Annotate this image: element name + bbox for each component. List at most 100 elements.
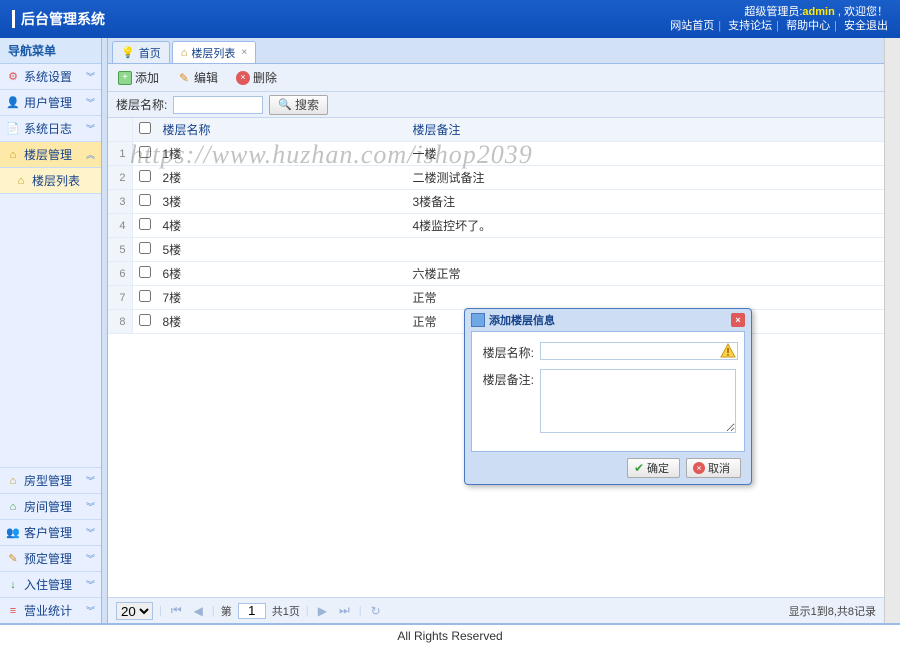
expand-icon: ︾	[86, 578, 95, 591]
sidebar-item-label: 系统设置	[24, 68, 72, 85]
field-row-remark: 楼层备注:	[480, 369, 736, 433]
sidebar-item[interactable]: ⌂房间管理︾	[0, 493, 101, 519]
cancel-button[interactable]: × 取消	[686, 458, 741, 478]
sidebar-item-label: 预定管理	[24, 550, 72, 567]
pager-refresh[interactable]: ↻	[368, 604, 384, 618]
row-index: 6	[108, 262, 132, 286]
table-row[interactable]: 66楼六楼正常	[108, 262, 884, 286]
pager-next[interactable]: ▶	[315, 604, 330, 618]
nav-icon: ⌂	[6, 500, 20, 514]
floor-name-input[interactable]	[540, 342, 738, 360]
sidebar-item-label: 楼层列表	[32, 172, 80, 189]
nav-icon: ≡	[6, 604, 20, 618]
sidebar-item[interactable]: ⚙ 系统设置 ︾	[0, 64, 101, 90]
col-name[interactable]: 楼层名称	[157, 118, 407, 142]
table-row[interactable]: 44楼4楼监控坏了。	[108, 214, 884, 238]
cell-remark: 正常	[407, 286, 885, 310]
table-row[interactable]: 77楼正常	[108, 286, 884, 310]
edit-button[interactable]: ✎ 编辑	[173, 67, 222, 88]
tab-label: 首页	[139, 45, 161, 61]
check-all[interactable]	[139, 122, 151, 134]
tab-floor-list[interactable]: ⌂ 楼层列表 ×	[172, 41, 257, 63]
page-input[interactable]	[238, 603, 266, 619]
search-button[interactable]: 🔍 搜索	[269, 95, 328, 115]
pager-label: 共1页	[272, 603, 300, 619]
table-row[interactable]: 22楼二楼测试备注	[108, 166, 884, 190]
welcome-prefix: 超级管理员:	[744, 6, 802, 18]
row-checkbox[interactable]	[139, 242, 151, 254]
nav-icon: ⚙	[6, 70, 20, 84]
delete-button[interactable]: × 删除	[232, 67, 281, 88]
dialog-close-button[interactable]: ×	[731, 313, 745, 327]
row-checkbox[interactable]	[139, 170, 151, 182]
button-label: 添加	[135, 69, 159, 86]
pager-last[interactable]: ⏭	[336, 603, 353, 618]
search-input[interactable]	[173, 96, 263, 114]
table-row[interactable]: 55楼	[108, 238, 884, 262]
cell-remark: 4楼监控坏了。	[407, 214, 885, 238]
cell-name: 2楼	[157, 166, 407, 190]
table-row[interactable]: 33楼3楼备注	[108, 190, 884, 214]
footer: All Rights Reserved	[0, 623, 900, 647]
sidebar-item[interactable]: 👥客户管理︾	[0, 519, 101, 545]
header-right: 超级管理员:admin , 欢迎您！ 网站首页| 支持论坛| 帮助中心| 安全退…	[670, 5, 888, 34]
expand-icon: ︾	[86, 500, 95, 513]
button-label: 删除	[253, 69, 277, 86]
sidebar-item[interactable]: ↓入住管理︾	[0, 571, 101, 597]
table-row[interactable]: 11楼一楼	[108, 142, 884, 166]
dialog-header[interactable]: 添加楼层信息 ×	[465, 309, 751, 331]
row-checkbox[interactable]	[139, 266, 151, 278]
row-index: 5	[108, 238, 132, 262]
row-index: 4	[108, 214, 132, 238]
close-icon[interactable]: ×	[241, 47, 247, 58]
row-checkbox[interactable]	[139, 146, 151, 158]
row-checkbox[interactable]	[139, 218, 151, 230]
link-home[interactable]: 网站首页	[670, 20, 714, 32]
link-forum[interactable]: 支持论坛	[728, 20, 772, 32]
col-checkbox	[132, 118, 157, 142]
nav-title: 导航菜单	[0, 38, 101, 64]
pager-first[interactable]: ⏮	[168, 603, 185, 618]
dialog-footer: ✔ 确定 × 取消	[465, 452, 751, 484]
sidebar-item[interactable]: 📄系统日志︾	[0, 116, 101, 142]
collapse-icon: ︽	[86, 148, 95, 161]
sidebar-item[interactable]: ≡ 营业统计 ︾	[0, 597, 101, 623]
field-label: 楼层备注:	[480, 369, 534, 388]
row-checkbox[interactable]	[139, 314, 151, 326]
button-label: 编辑	[194, 69, 218, 86]
field-row-name: 楼层名称:	[480, 342, 736, 361]
vertical-scrollbar[interactable]	[884, 38, 900, 623]
pager-prev[interactable]: ◀	[191, 604, 206, 618]
search-icon: 🔍	[278, 98, 292, 111]
cell-name: 3楼	[157, 190, 407, 214]
expand-icon: ︾	[86, 70, 95, 83]
row-checkbox[interactable]	[139, 194, 151, 206]
expand-icon: ︾	[86, 604, 95, 617]
sidebar-item-label: 用户管理	[24, 94, 72, 111]
link-logout[interactable]: 安全退出	[844, 20, 888, 32]
nav-icon: ✎	[6, 552, 20, 566]
sidebar-item-floor-list[interactable]: ⌂ 楼层列表	[0, 168, 101, 194]
ok-button[interactable]: ✔ 确定	[627, 458, 680, 478]
sidebar-item-floor-mgmt[interactable]: ⌂ 楼层管理 ︽	[0, 142, 101, 168]
header: 后台管理系统 超级管理员:admin , 欢迎您！ 网站首页| 支持论坛| 帮助…	[0, 0, 900, 38]
home-icon: ⌂	[6, 148, 20, 162]
expand-icon: ︾	[86, 96, 95, 109]
tab-home[interactable]: 💡 首页	[112, 41, 170, 63]
row-checkbox[interactable]	[139, 290, 151, 302]
link-help[interactable]: 帮助中心	[786, 20, 830, 32]
add-button[interactable]: + 添加	[114, 67, 163, 88]
floor-remark-textarea[interactable]	[540, 369, 736, 433]
home-icon: ⌂	[14, 174, 28, 188]
col-remark[interactable]: 楼层备注	[407, 118, 885, 142]
page-size-select[interactable]: 20	[116, 602, 153, 620]
sidebar-item[interactable]: ⌂房型管理︾	[0, 467, 101, 493]
nav-icon: 👤	[6, 96, 20, 110]
search-bar: 楼层名称: 🔍 搜索	[108, 92, 884, 118]
table-header-row: 楼层名称 楼层备注	[108, 118, 884, 142]
sidebar-item[interactable]: ✎预定管理︾	[0, 545, 101, 571]
sidebar-item-label: 营业统计	[24, 602, 72, 619]
dialog-body: 楼层名称: 楼层备注:	[471, 331, 745, 452]
sidebar-item[interactable]: 👤 用户管理 ︾	[0, 90, 101, 116]
header-bar-icon	[12, 10, 15, 28]
